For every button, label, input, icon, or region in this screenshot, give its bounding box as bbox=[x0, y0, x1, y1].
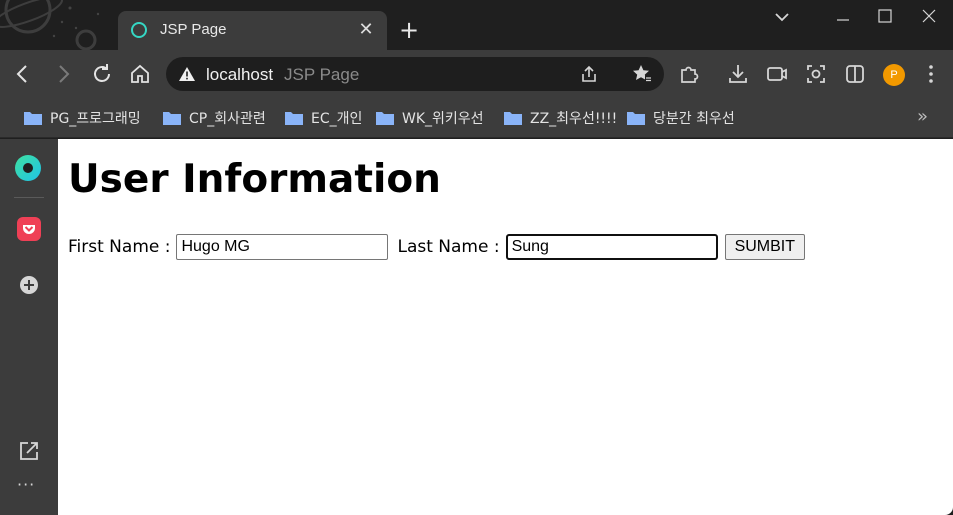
add-panel-icon[interactable] bbox=[17, 273, 41, 297]
last-name-label: Last Name : bbox=[397, 237, 500, 257]
bookmark-label: WK_위키우선 bbox=[402, 111, 484, 127]
download-icon[interactable] bbox=[725, 61, 751, 87]
tab-search-chevron-icon[interactable] bbox=[768, 4, 796, 28]
folder-icon bbox=[163, 112, 181, 125]
bookmark-folder[interactable]: EC_개인 bbox=[284, 108, 362, 128]
url-host: localhost bbox=[206, 65, 274, 84]
side-panel-divider bbox=[14, 197, 44, 198]
tab-favicon-icon bbox=[131, 22, 147, 38]
media-icon[interactable] bbox=[764, 61, 790, 87]
browser-toolbar: localhost JSP Page P bbox=[0, 50, 953, 98]
screenshot-icon[interactable] bbox=[803, 61, 829, 87]
title-bar: JSP Page ✕ + bbox=[0, 0, 953, 50]
bookmark-label: EC_개인 bbox=[311, 111, 363, 127]
tab-title: JSP Page bbox=[160, 21, 227, 38]
pocket-icon[interactable] bbox=[16, 216, 42, 242]
folder-icon bbox=[24, 112, 42, 125]
app-logo-icon[interactable] bbox=[14, 154, 42, 182]
folder-icon bbox=[285, 112, 303, 125]
user-form: First Name : Last Name : SUMBIT bbox=[68, 234, 806, 260]
address-bar[interactable]: localhost JSP Page bbox=[166, 57, 664, 91]
page-title: User Information bbox=[68, 157, 441, 202]
reload-icon[interactable] bbox=[89, 61, 115, 87]
first-name-input[interactable] bbox=[176, 234, 389, 260]
minimize-icon[interactable] bbox=[829, 4, 857, 28]
maximize-icon[interactable] bbox=[871, 4, 899, 28]
close-window-icon[interactable] bbox=[915, 4, 943, 28]
side-panel-icon[interactable] bbox=[842, 61, 868, 87]
bookmark-label: PG_프로그래밍 bbox=[50, 111, 141, 127]
menu-kebab-icon[interactable] bbox=[918, 61, 944, 87]
not-secure-warning-icon[interactable] bbox=[178, 66, 196, 82]
folder-icon bbox=[376, 112, 394, 125]
bookmark-label: ZZ_최우선!!!! bbox=[530, 111, 618, 127]
planet-decoration-icon bbox=[0, 0, 100, 50]
bookmark-folder[interactable]: CP_회사관련 bbox=[162, 108, 266, 128]
folder-icon bbox=[504, 112, 522, 125]
bookmarks-bar: PG_프로그래밍 CP_회사관련 EC_개인 WK_위키우선 ZZ_최우선!!!… bbox=[0, 98, 953, 138]
url-page-title: JSP Page bbox=[284, 65, 360, 84]
submit-button[interactable]: SUMBIT bbox=[724, 234, 806, 260]
open-external-icon[interactable] bbox=[17, 439, 41, 463]
side-panel: ··· bbox=[0, 139, 58, 515]
tab-close-icon[interactable]: ✕ bbox=[355, 19, 377, 41]
page-content: User Information First Name : Last Name … bbox=[58, 139, 953, 515]
back-icon[interactable] bbox=[10, 61, 36, 87]
share-icon[interactable] bbox=[578, 63, 600, 85]
extensions-icon[interactable] bbox=[676, 61, 702, 87]
first-name-label: First Name : bbox=[68, 237, 171, 257]
bookmarks-overflow-icon[interactable]: » bbox=[917, 106, 928, 127]
tab-jsp-page[interactable]: JSP Page ✕ bbox=[118, 11, 387, 50]
bookmark-star-icon[interactable] bbox=[631, 63, 653, 85]
bookmark-label: 당분간 최우선 bbox=[653, 111, 735, 127]
last-name-input[interactable] bbox=[505, 234, 718, 260]
new-tab-button[interactable]: + bbox=[397, 18, 421, 42]
bookmark-label: CP_회사관련 bbox=[189, 111, 266, 127]
forward-icon[interactable] bbox=[50, 61, 76, 87]
bookmark-folder[interactable]: WK_위키우선 bbox=[375, 108, 484, 128]
bookmark-folder[interactable]: 당분간 최우선 bbox=[626, 108, 735, 128]
folder-icon bbox=[627, 112, 645, 125]
bookmark-folder[interactable]: ZZ_최우선!!!! bbox=[503, 108, 617, 128]
bookmark-folder[interactable]: PG_프로그래밍 bbox=[23, 108, 141, 128]
home-icon[interactable] bbox=[127, 61, 153, 87]
side-panel-more-icon[interactable]: ··· bbox=[17, 475, 35, 494]
profile-avatar[interactable]: P bbox=[883, 64, 905, 86]
